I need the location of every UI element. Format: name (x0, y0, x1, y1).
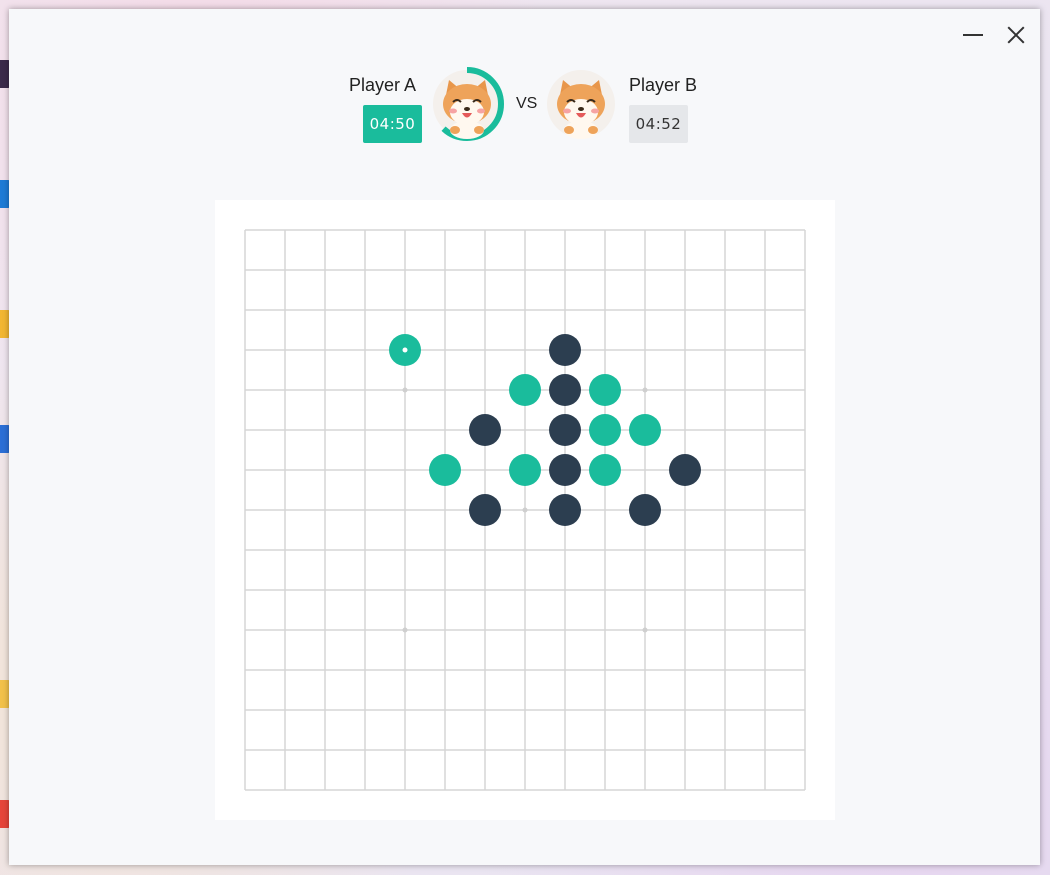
star-point (402, 387, 408, 393)
player-a-avatar (430, 67, 504, 141)
shiba-dog-avatar-icon (557, 80, 605, 139)
close-icon[interactable] (1004, 23, 1028, 47)
game-board-panel (215, 200, 835, 820)
stone-player-b (669, 454, 701, 486)
stone-player-b (469, 494, 501, 526)
vs-label: VS (516, 95, 538, 112)
last-move-marker (402, 347, 408, 353)
stone-player-a (509, 454, 541, 486)
player-b-timer: 04:52 (629, 105, 688, 143)
stone-player-b (549, 374, 581, 406)
stone-player-b (469, 414, 501, 446)
stone-player-b (549, 334, 581, 366)
stone-player-a (509, 374, 541, 406)
stone-player-a (589, 374, 621, 406)
stone-player-a (429, 454, 461, 486)
star-point (642, 627, 648, 633)
minimize-icon[interactable] (961, 23, 985, 47)
star-point (402, 627, 408, 633)
stone-player-a (589, 454, 621, 486)
player-a-timer: 04:50 (363, 105, 422, 143)
stone-player-a (589, 414, 621, 446)
player-b-name: Player B (629, 75, 698, 95)
shiba-dog-avatar-icon (443, 80, 491, 139)
stone-player-b (549, 494, 581, 526)
stone-player-b (549, 454, 581, 486)
player-a-name: Player A (349, 75, 417, 95)
gomoku-window: Player A 04:50 VS Player B 04:52 (9, 9, 1040, 865)
stone-player-a (629, 414, 661, 446)
stone-player-b (629, 494, 661, 526)
star-point (522, 507, 528, 513)
gomoku-board[interactable] (215, 200, 835, 820)
player-b-avatar (547, 70, 615, 139)
star-point (642, 387, 648, 393)
stone-player-b (549, 414, 581, 446)
